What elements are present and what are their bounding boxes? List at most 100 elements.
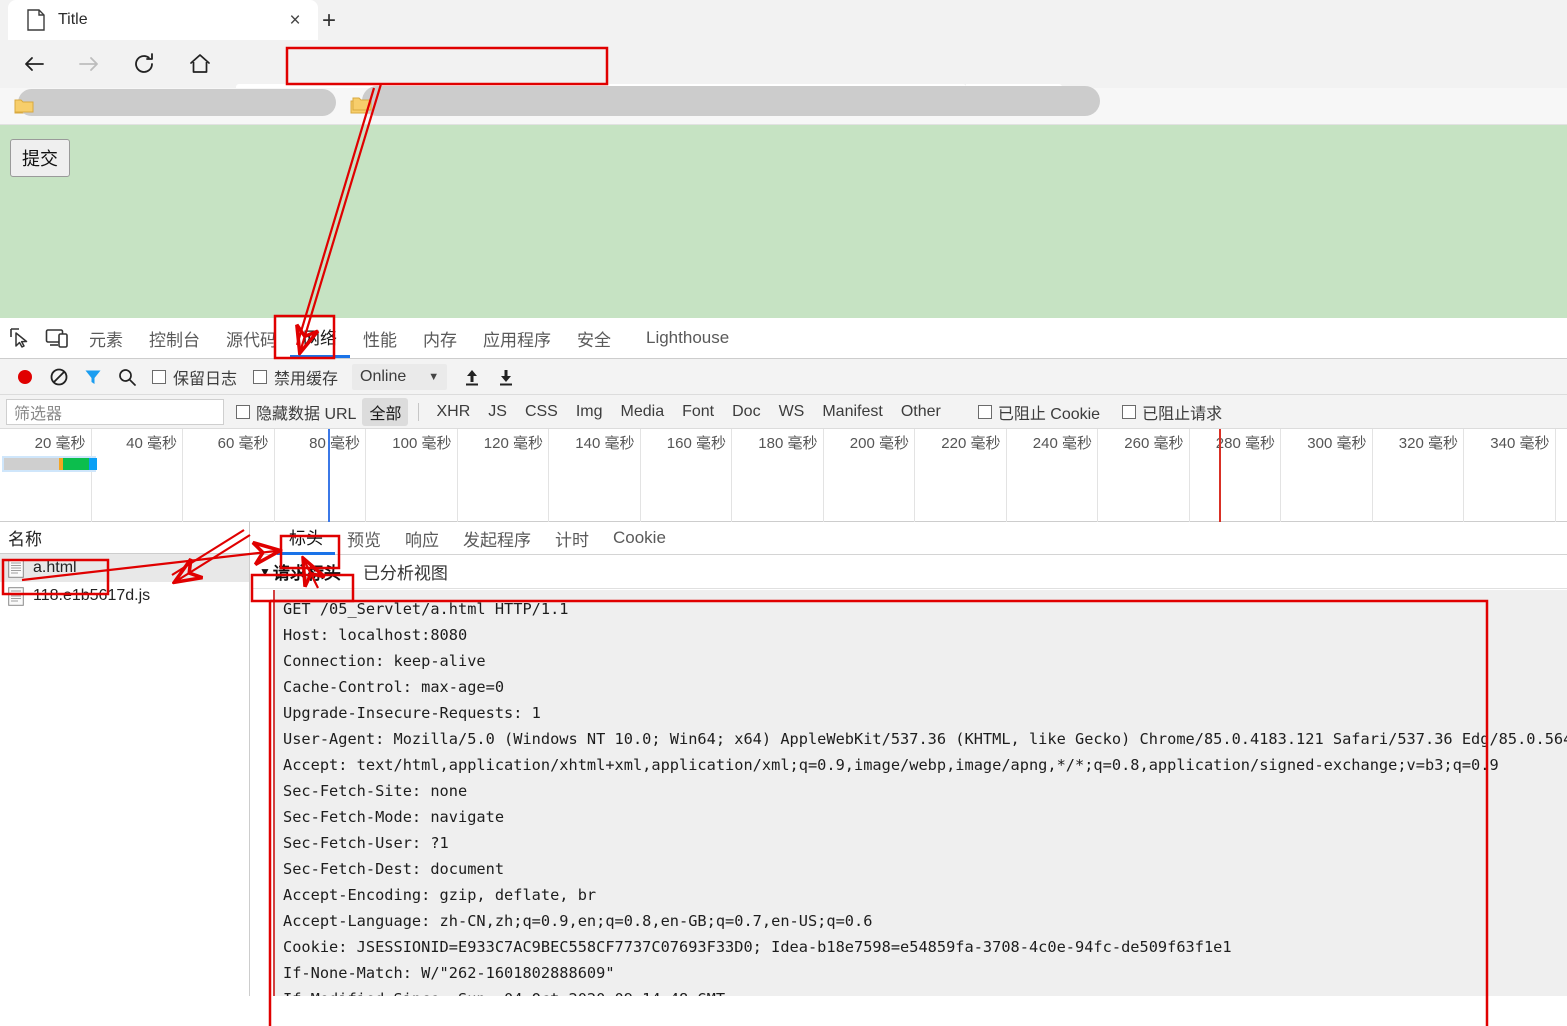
filter-type-all[interactable]: 全部 bbox=[362, 397, 409, 426]
chevron-down-icon: ▼ bbox=[428, 370, 440, 383]
tab-memory[interactable]: 内存 bbox=[410, 318, 470, 358]
home-icon bbox=[190, 54, 210, 73]
detail-tab-cookies[interactable]: Cookie bbox=[601, 522, 678, 555]
column-header-name[interactable]: 名称 bbox=[0, 522, 249, 554]
download-arrow-icon[interactable] bbox=[489, 360, 523, 394]
filter-type-doc[interactable]: Doc bbox=[725, 401, 767, 423]
filter-type-xhr[interactable]: XHR bbox=[429, 401, 477, 423]
detail-tab-initiator[interactable]: 发起程序 bbox=[451, 522, 543, 555]
inspect-element-icon[interactable] bbox=[0, 318, 38, 358]
tab-console[interactable]: 控制台 bbox=[136, 318, 213, 358]
request-list-panel: 名称 a.html 118.e1b5617d.js bbox=[0, 522, 250, 996]
filter-type-js[interactable]: JS bbox=[481, 401, 514, 423]
filter-type-manifest[interactable]: Manifest bbox=[815, 401, 889, 423]
filter-type-font[interactable]: Font bbox=[675, 401, 721, 423]
detail-tab-headers[interactable]: 标头 bbox=[277, 522, 335, 555]
devtools-panel: 元素 控制台 源代码 网络 性能 内存 应用程序 安全 Lighthouse 保… bbox=[0, 318, 1567, 1026]
tab-elements[interactable]: 元素 bbox=[76, 318, 136, 358]
request-row-js[interactable]: 118.e1b5617d.js bbox=[0, 582, 249, 610]
timeline-tick-label: 200 毫秒 bbox=[849, 435, 909, 452]
close-icon[interactable]: × bbox=[282, 7, 308, 33]
tab-application[interactable]: 应用程序 bbox=[470, 318, 564, 358]
timeline-tick-label: 80 毫秒 bbox=[309, 435, 360, 452]
detail-tab-preview[interactable]: 预览 bbox=[335, 522, 393, 555]
tab-sources[interactable]: 源代码 bbox=[213, 318, 290, 358]
tab-security[interactable]: 安全 bbox=[564, 318, 624, 358]
timeline-tick-label: 140 毫秒 bbox=[575, 435, 635, 452]
disable-cache-checkbox[interactable]: 禁用缓存 bbox=[253, 365, 338, 389]
detail-tab-response[interactable]: 响应 bbox=[393, 522, 451, 555]
network-overview-timeline[interactable]: 20 毫秒 40 毫秒 60 毫秒 80 毫秒 100 毫秒 120 毫秒 140 毫秒 16… bbox=[0, 429, 1567, 522]
network-toolbar: 保留日志 禁用缓存 Online ▼ bbox=[0, 359, 1567, 395]
tab-lighthouse[interactable]: Lighthouse bbox=[624, 318, 742, 358]
header-line: Sec-Fetch-Site: none bbox=[283, 782, 468, 800]
timeline-tick: 80 毫秒 bbox=[275, 429, 366, 522]
header-line: User-Agent: Mozilla/5.0 (Windows NT 10.0… bbox=[283, 730, 1567, 748]
timeline-tick: 220 毫秒 bbox=[915, 429, 1007, 522]
timeline-tick-label: 240 毫秒 bbox=[1032, 435, 1092, 452]
preserve-log-checkbox[interactable]: 保留日志 bbox=[152, 365, 237, 389]
parsed-view-link[interactable]: 已分析视图 bbox=[363, 559, 448, 584]
disable-cache-label: 禁用缓存 bbox=[274, 370, 339, 388]
checkbox-box bbox=[152, 369, 166, 384]
header-line: GET /05_Servlet/a.html HTTP/1.1 bbox=[283, 600, 569, 618]
devtools-tab-bar: 元素 控制台 源代码 网络 性能 内存 应用程序 安全 Lighthouse bbox=[0, 318, 1567, 359]
filter-type-media[interactable]: Media bbox=[614, 401, 672, 423]
header-line: Sec-Fetch-User: ?1 bbox=[283, 834, 449, 852]
blocked-cookies-checkbox[interactable]: 已阻止 Cookie bbox=[977, 400, 1101, 424]
request-headers-toggle[interactable]: ▼ 请求标头 bbox=[259, 559, 341, 584]
timeline-tick: 300 毫秒 bbox=[1281, 429, 1373, 522]
triangle-down-icon: ▼ bbox=[259, 564, 271, 579]
hide-data-urls-checkbox[interactable]: 隐藏数据 URL bbox=[236, 400, 356, 424]
upload-arrow-icon[interactable] bbox=[455, 360, 489, 394]
home-button[interactable] bbox=[182, 46, 218, 82]
timeline-tick: 320 毫秒 bbox=[1373, 429, 1464, 522]
timeline-tick-label: 100 毫秒 bbox=[392, 435, 452, 452]
forward-arrow-icon bbox=[79, 57, 98, 71]
filter-type-other[interactable]: Other bbox=[894, 401, 948, 423]
throttling-select[interactable]: Online ▼ bbox=[352, 363, 448, 390]
back-button[interactable] bbox=[16, 46, 52, 82]
timeline-tick-label: 160 毫秒 bbox=[666, 435, 726, 452]
device-toolbar-icon[interactable] bbox=[38, 318, 76, 358]
dclload-marker bbox=[328, 429, 330, 522]
request-headers-section-bar: ▼ 请求标头 已分析视图 bbox=[251, 555, 1567, 589]
filter-type-img[interactable]: Img bbox=[569, 401, 610, 423]
search-magnifier-icon[interactable] bbox=[110, 360, 144, 394]
record-stop-icon[interactable] bbox=[8, 360, 42, 394]
page-viewport: 提交 bbox=[0, 125, 1567, 318]
new-tab-button[interactable]: + bbox=[312, 6, 346, 36]
tab-network[interactable]: 网络 bbox=[290, 318, 350, 358]
submit-button[interactable]: 提交 bbox=[10, 139, 70, 177]
tab-performance[interactable]: 性能 bbox=[350, 318, 410, 358]
browser-tab[interactable]: Title × bbox=[8, 0, 318, 40]
reload-button[interactable] bbox=[126, 46, 162, 82]
throttling-value: Online bbox=[360, 367, 407, 385]
detail-tab-timing[interactable]: 计时 bbox=[543, 522, 601, 555]
filter-input[interactable]: 筛选器 bbox=[6, 398, 224, 425]
header-line: Sec-Fetch-Dest: document bbox=[283, 860, 505, 878]
timeline-tick-label: 260 毫秒 bbox=[1124, 435, 1184, 452]
checkbox-box bbox=[1122, 404, 1137, 419]
redaction-blob-left bbox=[18, 89, 336, 116]
blocked-cookies-label: 已阻止 Cookie bbox=[997, 405, 1101, 423]
timeline-tick: 20 毫秒 bbox=[0, 429, 92, 522]
filter-funnel-icon[interactable] bbox=[76, 360, 110, 394]
tab-strip: Title × + bbox=[0, 0, 1567, 40]
header-line: Host: localhost:8080 bbox=[283, 626, 468, 644]
blocked-requests-checkbox[interactable]: 已阻止请求 bbox=[1122, 400, 1222, 424]
forward-button[interactable] bbox=[71, 46, 107, 82]
header-line: Upgrade-Insecure-Requests: 1 bbox=[283, 704, 541, 722]
timeline-tick-label: 180 毫秒 bbox=[758, 435, 818, 452]
filter-type-css[interactable]: CSS bbox=[518, 401, 565, 423]
request-detail-panel: 标头 预览 响应 发起程序 计时 Cookie ▼ 请求标头 已分析视图 GET… bbox=[251, 522, 1567, 996]
header-line: Accept: text/html,application/xhtml+xml,… bbox=[283, 756, 1499, 774]
network-filter-bar: 筛选器 隐藏数据 URL 全部 XHR JS CSS Img Media Fon… bbox=[0, 395, 1567, 429]
filter-type-ws[interactable]: WS bbox=[772, 401, 812, 423]
timeline-tick: 180 毫秒 bbox=[732, 429, 824, 522]
header-line: Connection: keep-alive bbox=[283, 652, 486, 670]
timeline-tick-label: 320 毫秒 bbox=[1398, 435, 1458, 452]
request-row-a-html[interactable]: a.html bbox=[0, 554, 249, 582]
preserve-log-label: 保留日志 bbox=[173, 370, 238, 388]
clear-no-entry-icon[interactable] bbox=[42, 360, 76, 394]
